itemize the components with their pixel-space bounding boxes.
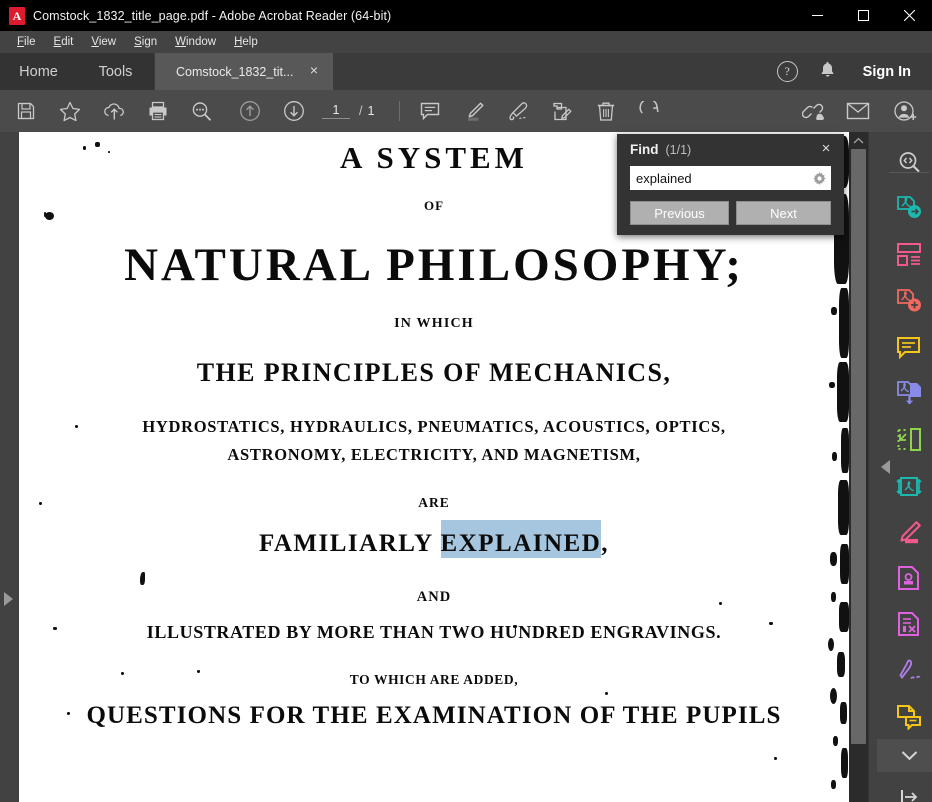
minimize-button[interactable]	[794, 0, 840, 31]
tab-strip: Home Tools Comstock_1832_tit... × ? Sign…	[0, 53, 932, 91]
menu-view[interactable]: View	[82, 33, 125, 51]
save-file-icon[interactable]	[4, 90, 48, 132]
compress-pdf-icon[interactable]	[877, 464, 932, 508]
redact-document-icon[interactable]	[877, 602, 932, 646]
menu-sign[interactable]: Sign	[125, 33, 166, 51]
chevron-down-icon[interactable]	[877, 739, 932, 772]
doc-text-comma: ,	[601, 530, 610, 557]
find-title: Find	[630, 142, 659, 157]
chevron-up-icon[interactable]	[849, 132, 868, 149]
doc-line-in-which: IN WHICH	[394, 316, 474, 331]
tab-close-icon[interactable]: ×	[307, 63, 321, 78]
main-toolbar: 1 / 1	[0, 90, 932, 133]
find-close-icon[interactable]: ×	[817, 140, 835, 158]
window-title: Comstock_1832_title_page.pdf - Adobe Acr…	[33, 8, 392, 23]
search-document-icon[interactable]	[877, 140, 932, 184]
scan-speck	[605, 692, 608, 695]
request-signature-icon[interactable]	[877, 648, 932, 692]
page-total: 1	[367, 104, 375, 118]
find-dialog[interactable]: Find (1/1) × Previous Next	[617, 134, 844, 235]
window-controls	[794, 0, 932, 31]
scan-speck	[774, 757, 777, 760]
page-navigation: 1 / 1	[322, 90, 374, 132]
right-tools-rail	[868, 132, 932, 802]
menu-window[interactable]: Window	[166, 33, 225, 51]
page-number-input[interactable]: 1	[322, 103, 350, 119]
add-to-favorites-star-icon[interactable]	[48, 90, 92, 132]
next-page-icon[interactable]	[272, 90, 316, 132]
tab-home[interactable]: Home	[0, 53, 77, 90]
expand-panel-icon[interactable]	[877, 777, 932, 802]
question-circle-icon[interactable]: ?	[776, 61, 798, 82]
fill-and-sign-icon[interactable]	[540, 90, 584, 132]
tab-group: Home Tools	[0, 53, 154, 90]
doc-line-familiarly-explained: FAMILIARLY EXPLAINED,	[19, 529, 849, 558]
title-bar: A Comstock_1832_title_page.pdf - Adobe A…	[0, 0, 932, 31]
gear-icon[interactable]	[813, 172, 826, 190]
menu-help[interactable]: Help	[225, 33, 267, 51]
crop-pages-icon[interactable]	[877, 417, 932, 461]
tab-document[interactable]: Comstock_1832_tit... ×	[155, 53, 333, 90]
maximize-button[interactable]	[840, 0, 886, 31]
doc-line-illustrated: ILLUSTRATED BY MORE THAN TWO HUNDRED ENG…	[146, 622, 722, 642]
find-input[interactable]	[630, 166, 831, 190]
doc-line-topics-1: HYDROSTATICS, HYDRAULICS, PNEUMATICS, AC…	[142, 417, 726, 436]
add-person-icon[interactable]	[884, 90, 928, 132]
find-next-button[interactable]: Next	[736, 201, 831, 225]
doc-text-familiarly: FAMILIARLY	[258, 530, 441, 557]
share-link-icon[interactable]	[792, 90, 836, 132]
doc-line-principles: THE PRINCIPLES OF MECHANICS,	[196, 358, 672, 387]
menu-bar: File Edit View Sign Window Help	[0, 31, 932, 53]
edit-pdf-highlight-icon[interactable]	[877, 510, 932, 554]
scan-speck	[140, 572, 145, 585]
tab-document-label: Comstock_1832_tit...	[176, 64, 294, 79]
search-match-highlight: EXPLAINED	[440, 529, 602, 558]
previous-page-icon[interactable]	[228, 90, 272, 132]
acrobat-reader-window: A Comstock_1832_title_page.pdf - Adobe A…	[0, 0, 932, 802]
find-previous-button[interactable]: Previous	[630, 201, 729, 225]
highlight-text-icon[interactable]	[452, 90, 496, 132]
organize-pages-icon[interactable]	[877, 232, 932, 276]
menu-edit[interactable]: Edit	[45, 33, 83, 51]
delete-icon[interactable]	[584, 90, 628, 132]
rail-divider	[889, 172, 929, 173]
vertical-scrollbar[interactable]	[849, 132, 868, 802]
close-button[interactable]	[886, 0, 932, 31]
export-pdf-icon[interactable]	[877, 186, 932, 230]
email-icon[interactable]	[836, 90, 880, 132]
page-separator: /	[359, 104, 363, 118]
scrollbar-thumb[interactable]	[851, 149, 866, 744]
pdf-file-icon: A	[9, 6, 25, 25]
zoom-search-icon[interactable]	[180, 90, 224, 132]
add-note-icon[interactable]	[877, 695, 932, 739]
bell-icon[interactable]	[820, 61, 835, 83]
doc-line-to-which-added: TO WHICH ARE ADDED,	[349, 672, 519, 687]
create-pdf-icon[interactable]	[877, 279, 932, 323]
doc-line-topics-2: ASTRONOMY, ELECTRICITY, AND MAGNETISM,	[227, 445, 641, 464]
protect-document-icon[interactable]	[877, 556, 932, 600]
menu-file[interactable]: File	[8, 33, 45, 51]
left-navigation-rail[interactable]	[0, 132, 19, 802]
expand-left-panel-arrow-icon[interactable]	[4, 592, 13, 606]
doc-line-and: AND	[416, 589, 452, 605]
find-dialog-header: Find (1/1)	[630, 142, 691, 157]
tab-tools[interactable]: Tools	[77, 53, 154, 90]
right-tools-icon-list	[877, 132, 932, 802]
draw-freehand-icon[interactable]	[496, 90, 540, 132]
rotate-icon[interactable]	[628, 90, 672, 132]
doc-line-are: ARE	[418, 495, 450, 510]
toolbar-divider-1	[399, 101, 400, 121]
doc-line-questions: QUESTIONS FOR THE EXAMINATION OF THE PUP…	[86, 702, 782, 729]
upload-cloud-icon[interactable]	[92, 90, 136, 132]
sign-in-button[interactable]: Sign In	[863, 64, 911, 80]
add-comment-icon[interactable]	[408, 90, 452, 132]
doc-line-subject: NATURAL PHILOSOPHY;	[124, 239, 744, 291]
find-result-count: (1/1)	[665, 143, 692, 157]
comment-icon[interactable]	[877, 326, 932, 370]
tab-strip-right-controls: ? Sign In	[776, 53, 932, 90]
combine-files-icon[interactable]	[877, 371, 932, 415]
print-icon[interactable]	[136, 90, 180, 132]
